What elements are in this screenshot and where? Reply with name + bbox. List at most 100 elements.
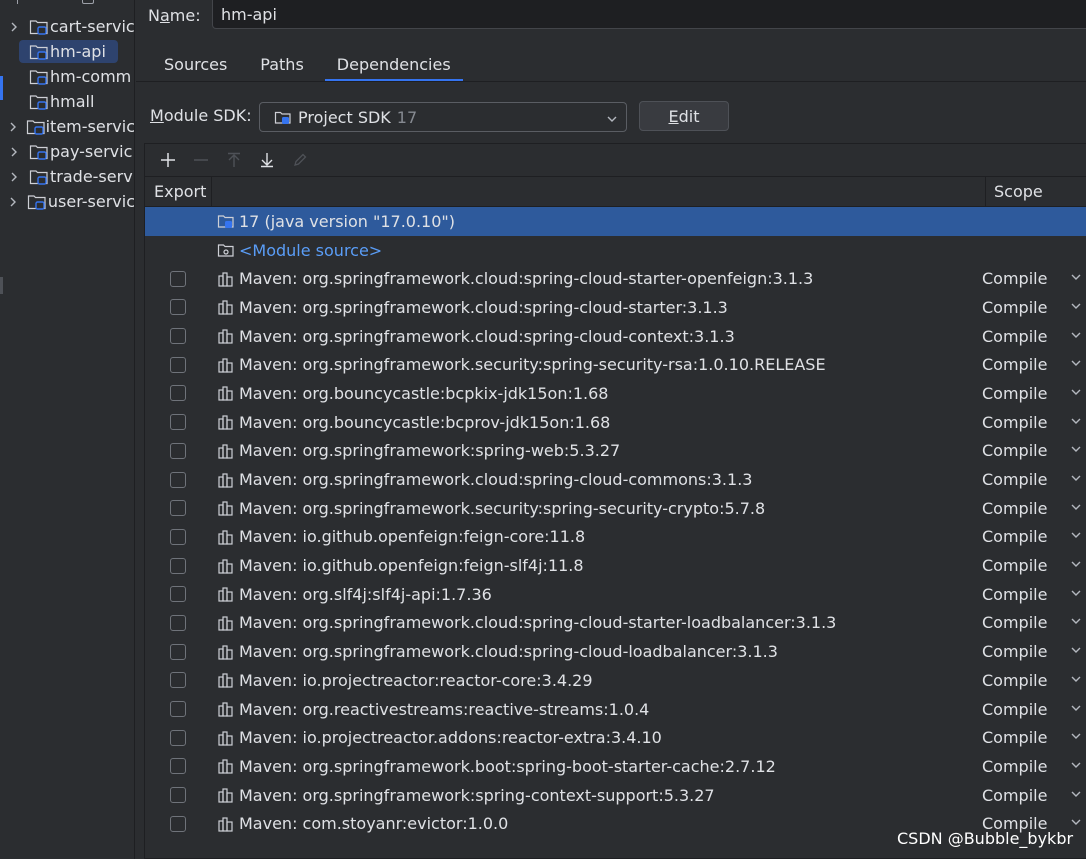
edit-pencil-icon[interactable] <box>283 146 316 174</box>
table-row[interactable]: Maven: org.slf4j:slf4j-api:1.7.36 Compile <box>145 580 1086 609</box>
tab-dependencies[interactable]: Dependencies <box>324 50 463 82</box>
scope-value: Compile <box>982 728 1048 748</box>
table-row[interactable]: Maven: io.projectreactor:reactor-core:3.… <box>145 666 1086 695</box>
dependency-name: Maven: org.springframework.security:spri… <box>239 355 826 375</box>
scope-dropdown[interactable]: Compile <box>982 408 1086 437</box>
tree-item-module[interactable]: user-servic <box>4 189 134 214</box>
table-row[interactable]: <Module source> <box>145 236 1086 265</box>
scope-dropdown[interactable]: Compile <box>982 465 1086 494</box>
tab-sources[interactable]: Sources <box>152 50 239 82</box>
chevron-right-icon[interactable] <box>4 196 23 208</box>
table-row[interactable]: Maven: org.springframework:spring-web:5.… <box>145 437 1086 466</box>
scope-dropdown[interactable]: Compile <box>982 350 1086 379</box>
module-sdk-select[interactable]: Project SDK 17 <box>259 102 627 132</box>
tree-item-module[interactable]: hm-comm <box>4 64 134 89</box>
chevron-right-icon[interactable] <box>4 146 24 158</box>
table-row[interactable]: Maven: org.springframework.cloud:spring-… <box>145 609 1086 638</box>
scope-dropdown[interactable]: Compile <box>982 666 1086 695</box>
export-checkbox[interactable] <box>170 758 186 775</box>
export-checkbox[interactable] <box>170 356 186 373</box>
tree-item-module[interactable]: item-servic <box>4 114 134 139</box>
export-checkbox[interactable] <box>170 614 186 631</box>
table-row[interactable]: 17 (java version "17.0.10") <box>145 207 1086 236</box>
scope-dropdown[interactable]: Compile <box>982 695 1086 724</box>
export-checkbox[interactable] <box>170 442 186 459</box>
sdk-version: 17 <box>396 107 418 127</box>
edit-sdk-button[interactable]: Edit <box>639 101 729 131</box>
tree-item-module[interactable]: pay-servic <box>4 139 134 164</box>
export-checkbox[interactable] <box>170 672 186 689</box>
export-checkbox[interactable] <box>170 414 186 431</box>
table-row[interactable]: Maven: org.springframework.boot:spring-b… <box>145 752 1086 781</box>
table-row[interactable]: Maven: org.springframework.cloud:spring-… <box>145 637 1086 666</box>
table-row[interactable]: Maven: org.springframework.cloud:spring-… <box>145 293 1086 322</box>
move-down-icon[interactable] <box>250 146 283 174</box>
tree-item-module[interactable]: trade-serv <box>4 164 134 189</box>
remove-icon[interactable] <box>184 146 217 174</box>
export-checkbox[interactable] <box>170 787 186 804</box>
chevron-right-icon[interactable] <box>4 21 24 33</box>
export-checkbox[interactable] <box>170 328 186 345</box>
chevron-down-icon <box>1070 501 1082 516</box>
export-checkbox[interactable] <box>170 729 186 746</box>
dependency-name: Maven: org.springframework.cloud:spring-… <box>239 470 753 490</box>
export-checkbox[interactable] <box>170 557 186 574</box>
module-name-input[interactable]: hm-api <box>212 0 1086 29</box>
export-cell <box>145 414 212 431</box>
dependency-name: Maven: org.springframework.cloud:spring-… <box>239 326 735 346</box>
column-header-name[interactable] <box>212 177 986 206</box>
scope-dropdown[interactable]: Compile <box>982 723 1086 752</box>
scope-dropdown[interactable]: Compile <box>982 551 1086 580</box>
table-row[interactable]: Maven: org.reactivestreams:reactive-stre… <box>145 695 1086 724</box>
export-checkbox[interactable] <box>170 299 186 316</box>
export-checkbox[interactable] <box>170 471 186 488</box>
table-row[interactable]: Maven: org.springframework.security:spri… <box>145 494 1086 523</box>
export-checkbox[interactable] <box>170 701 186 718</box>
tab-paths[interactable]: Paths <box>248 50 315 82</box>
table-row[interactable]: Maven: io.github.openfeign:feign-core:11… <box>145 523 1086 552</box>
table-row[interactable]: Maven: org.springframework.cloud:spring-… <box>145 465 1086 494</box>
scope-dropdown[interactable]: Compile <box>982 494 1086 523</box>
table-row[interactable]: Maven: org.springframework.cloud:spring-… <box>145 264 1086 293</box>
scope-dropdown[interactable]: Compile <box>982 752 1086 781</box>
expand-icon[interactable] <box>17 0 18 4</box>
scope-dropdown[interactable]: Compile <box>982 609 1086 638</box>
export-checkbox[interactable] <box>170 643 186 660</box>
table-row[interactable]: Maven: org.springframework:spring-contex… <box>145 781 1086 810</box>
scope-dropdown[interactable]: Compile <box>982 293 1086 322</box>
table-row[interactable]: Maven: org.springframework.security:spri… <box>145 350 1086 379</box>
chevron-right-icon[interactable] <box>4 171 24 183</box>
tree-item-module[interactable]: hm-api <box>4 39 134 64</box>
tree-item-module[interactable]: hmall <box>4 89 134 114</box>
table-row[interactable]: Maven: io.projectreactor.addons:reactor-… <box>145 723 1086 752</box>
column-header-scope[interactable]: Scope <box>986 177 1086 206</box>
export-checkbox[interactable] <box>170 815 186 832</box>
export-checkbox[interactable] <box>170 385 186 402</box>
add-icon[interactable] <box>151 146 184 174</box>
scope-value: Compile <box>982 584 1048 604</box>
scope-dropdown[interactable]: Compile <box>982 437 1086 466</box>
scope-dropdown[interactable]: Compile <box>982 322 1086 351</box>
scope-dropdown[interactable]: Compile <box>982 379 1086 408</box>
scope-dropdown[interactable]: Compile <box>982 637 1086 666</box>
export-checkbox[interactable] <box>170 528 186 545</box>
export-checkbox[interactable] <box>170 586 186 603</box>
export-checkbox[interactable] <box>170 500 186 517</box>
export-checkbox[interactable] <box>170 270 186 287</box>
module-folder-icon <box>27 193 48 211</box>
scope-dropdown[interactable]: Compile <box>982 781 1086 810</box>
scope-dropdown[interactable]: Compile <box>982 580 1086 609</box>
move-up-icon[interactable] <box>217 146 250 174</box>
scope-dropdown[interactable]: Compile <box>982 264 1086 293</box>
table-row[interactable]: Maven: org.bouncycastle:bcpkix-jdk15on:1… <box>145 379 1086 408</box>
table-row[interactable]: Maven: org.bouncycastle:bcprov-jdk15on:1… <box>145 408 1086 437</box>
column-header-export[interactable]: Export <box>145 177 212 206</box>
table-row[interactable]: Maven: org.springframework.cloud:spring-… <box>145 322 1086 351</box>
scope-dropdown[interactable]: Compile <box>982 523 1086 552</box>
table-row[interactable]: Maven: io.github.openfeign:feign-slf4j:1… <box>145 551 1086 580</box>
chevron-down-icon <box>1070 357 1082 372</box>
tree-item-module[interactable]: cart-servic <box>4 14 134 39</box>
copy-icon[interactable] <box>82 0 94 4</box>
chevron-right-icon[interactable] <box>4 121 22 133</box>
library-icon <box>216 327 236 345</box>
